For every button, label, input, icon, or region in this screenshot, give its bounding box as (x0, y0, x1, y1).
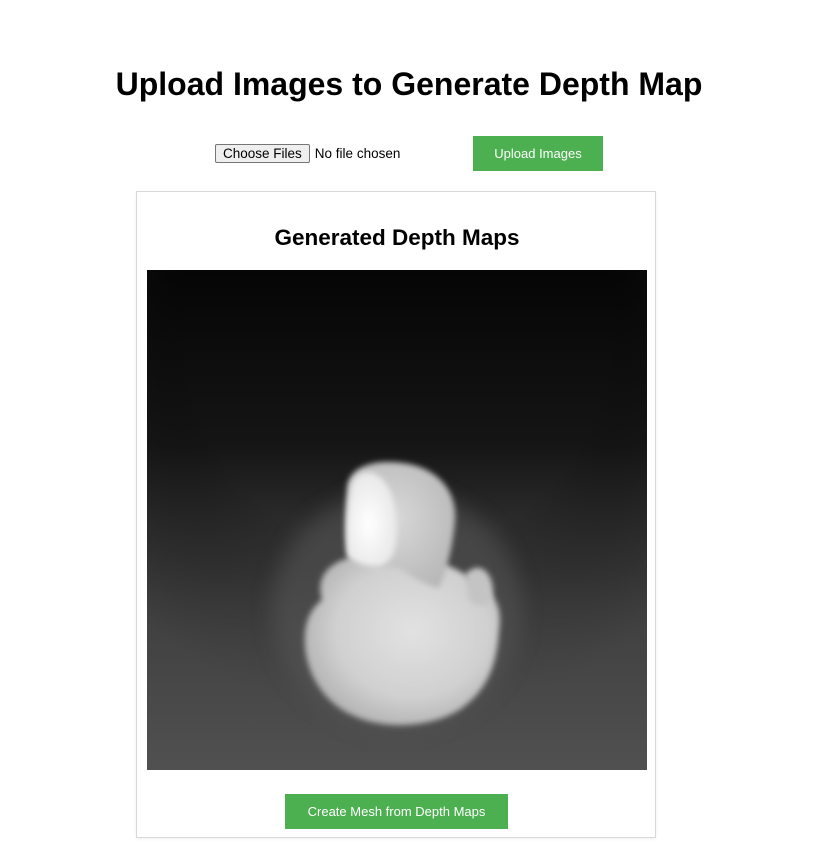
depth-maps-title: Generated Depth Maps (274, 225, 520, 250)
depth-map-image (147, 270, 647, 770)
depth-maps-panel: Generated Depth Maps Create Mesh from De… (136, 191, 656, 838)
page-title: Upload Images to Generate Depth Map (115, 66, 703, 102)
choose-files-button[interactable]: Choose Files (215, 144, 310, 163)
file-input[interactable]: Choose Files No file chosen (215, 144, 400, 163)
create-mesh-button[interactable]: Create Mesh from Depth Maps (285, 794, 508, 829)
file-status-text: No file chosen (314, 146, 401, 161)
upload-images-button[interactable]: Upload Images (473, 136, 603, 171)
